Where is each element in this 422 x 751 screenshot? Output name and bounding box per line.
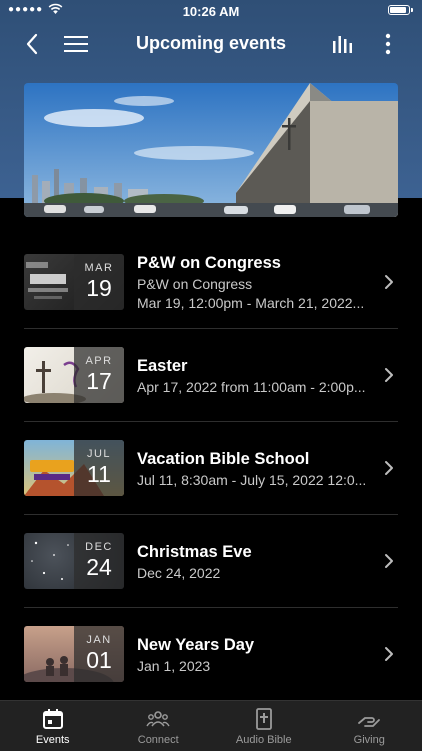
audio-bars-icon [332,34,356,54]
event-date-range: Dec 24, 2022 [137,565,372,581]
tab-events[interactable]: Events [0,701,106,751]
tab-label: Audio Bible [211,734,317,746]
chevron-right-icon [384,553,394,569]
event-title: Vacation Bible School [137,450,372,469]
more-vertical-icon [385,33,391,55]
church-hero-image [24,83,398,217]
battery-icon [388,5,410,15]
chevron-right-icon [384,460,394,476]
event-date-badge: JAN 01 [74,626,124,682]
calendar-icon [41,707,65,731]
event-thumbnail: JAN 01 [24,626,124,682]
tab-audio-bible[interactable]: Audio Bible [211,701,317,751]
tab-connect[interactable]: Connect [106,701,212,751]
chevron-right-icon [384,274,394,290]
event-title: P&W on Congress [137,254,372,273]
event-thumbnail: MAR 19 [24,254,124,310]
event-date-range: Apr 17, 2022 from 11:00am - 2:00p... [137,379,372,395]
status-bar: ●●●●● 10:26 AM [0,0,422,22]
event-date-badge: MAR 19 [74,254,124,310]
status-time: 10:26 AM [0,4,422,19]
tab-label: Events [0,734,106,746]
event-date-range: Jan 1, 2023 [137,658,372,674]
event-date-range: Mar 19, 12:00pm - March 21, 2022... [137,295,372,311]
more-button[interactable] [372,28,404,60]
event-item-new-years-day[interactable]: JAN 01 New Years Day Jan 1, 2023 [24,608,398,700]
event-item-easter[interactable]: APR 17 Easter Apr 17, 2022 from 11:00am … [24,329,398,422]
audio-button[interactable] [328,28,360,60]
event-item-vacation-bible-school[interactable]: JUL 11 Vacation Bible School Jul 11, 8:3… [24,422,398,515]
event-item-christmas-eve[interactable]: DEC 24 Christmas Eve Dec 24, 2022 [24,515,398,608]
giving-hand-icon [357,707,381,731]
event-date-badge: JUL 11 [74,440,124,496]
event-subtitle: P&W on Congress [137,276,372,292]
chevron-right-icon [384,367,394,383]
bible-icon [252,707,276,731]
tab-label: Connect [106,734,212,746]
event-title: Christmas Eve [137,543,372,562]
chevron-right-icon [384,646,394,662]
event-date-range: Jul 11, 8:30am - July 15, 2022 12:0... [137,472,372,488]
event-title: Easter [137,357,372,376]
event-date-badge: APR 17 [74,347,124,403]
event-date-badge: DEC 24 [74,533,124,589]
event-thumbnail: JUL 11 [24,440,124,496]
event-title: New Years Day [137,636,372,655]
nav-bar: Upcoming events [0,22,422,66]
people-icon [146,707,170,731]
tab-label: Giving [317,734,422,746]
event-thumbnail: APR 17 [24,347,124,403]
tab-giving[interactable]: Giving [317,701,422,751]
event-item-pw-on-congress[interactable]: MAR 19 P&W on Congress P&W on Congress M… [24,236,398,329]
events-list: MAR 19 P&W on Congress P&W on Congress M… [24,236,398,700]
event-thumbnail: DEC 24 [24,533,124,589]
tab-bar: Events Connect Audio Bible Giving [0,700,422,751]
